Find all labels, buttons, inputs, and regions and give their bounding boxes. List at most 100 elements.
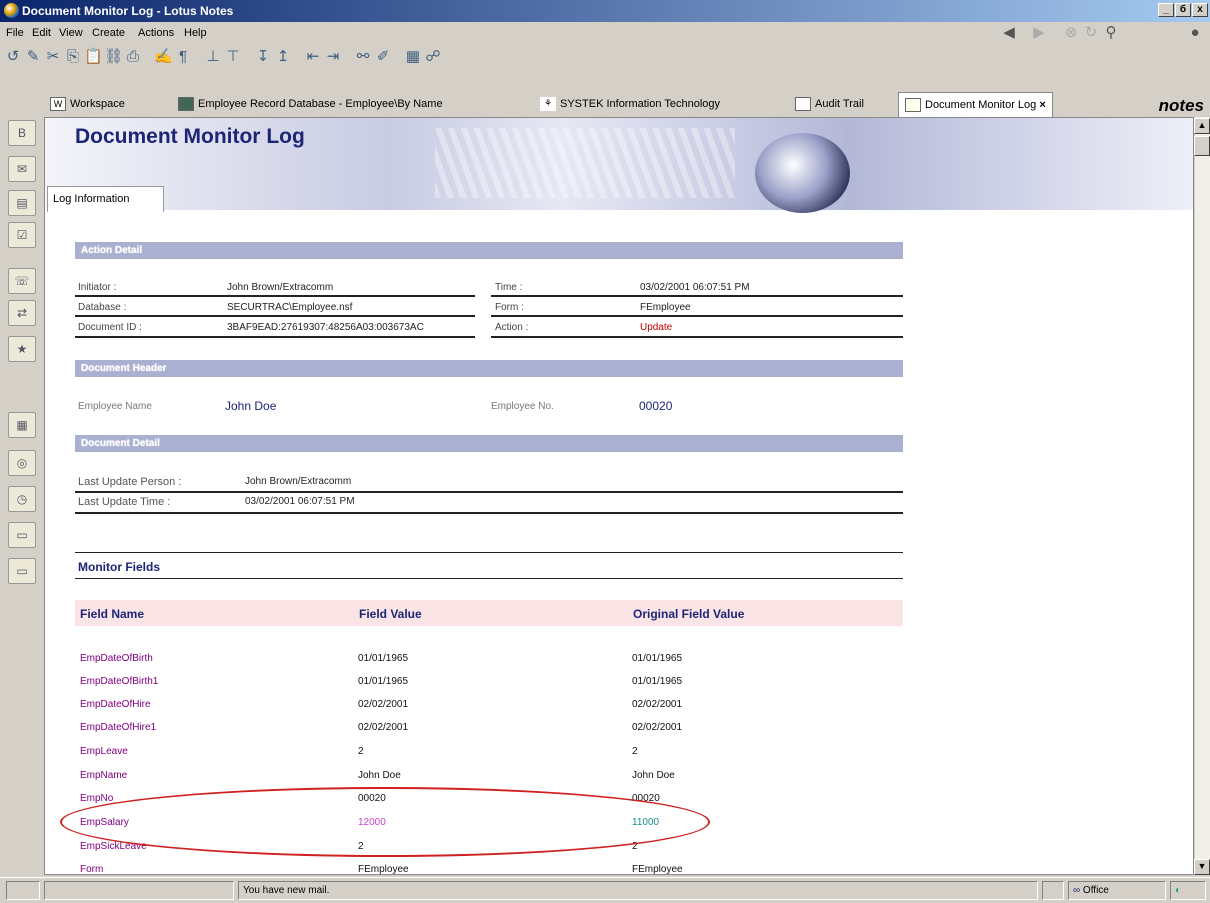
back-icon[interactable]: ◀: [1000, 24, 1018, 42]
scroll-thumb[interactable]: [1194, 136, 1210, 156]
divider: [75, 315, 475, 317]
table-icon[interactable]: ▦: [404, 48, 422, 66]
last-update-time-value: 03/02/2001 06:07:51 PM: [245, 496, 355, 507]
close-tab-icon[interactable]: ×: [1039, 99, 1045, 111]
databases-icon[interactable]: ▦: [8, 412, 36, 438]
replicator-icon[interactable]: ⇄: [8, 300, 36, 326]
close-button[interactable]: x: [1192, 3, 1208, 17]
restore-button[interactable]: б: [1175, 3, 1191, 17]
tab-label: Workspace: [70, 98, 125, 110]
search-icon[interactable]: ⚲: [1102, 24, 1120, 42]
employee-no-label: Employee No.: [491, 401, 554, 412]
vertical-scrollbar[interactable]: [1194, 117, 1210, 875]
stop-icon[interactable]: ⊗: [1062, 24, 1080, 42]
refresh-icon[interactable]: ↻: [1082, 24, 1100, 42]
highlight-ellipse: [60, 787, 710, 857]
folder-icon[interactable]: ▭: [8, 558, 36, 584]
menu-view[interactable]: View: [59, 27, 83, 39]
print-icon[interactable]: ⎙: [124, 48, 142, 66]
cut-icon[interactable]: ✂: [44, 48, 62, 66]
globe-icon[interactable]: ●: [1186, 24, 1204, 42]
mail-indicator-icon: ◐: [1175, 885, 1182, 896]
tag-icon[interactable]: ✐: [374, 48, 392, 66]
employee-name-label: Employee Name: [78, 401, 152, 412]
align-left-icon[interactable]: ⊥: [204, 48, 222, 66]
tab-document-monitor-log[interactable]: Document Monitor Log ×: [898, 92, 1053, 117]
menu-edit[interactable]: Edit: [32, 27, 51, 39]
menu-actions[interactable]: Actions: [138, 27, 174, 39]
outdent-icon[interactable]: ⇥: [324, 48, 342, 66]
tab-label: SYSTEK Information Technology: [560, 98, 720, 110]
minimize-button[interactable]: _: [1158, 3, 1174, 17]
original-value: 01/01/1965: [632, 653, 683, 664]
move-up-icon[interactable]: ↥: [274, 48, 292, 66]
field-name: EmpLeave: [80, 746, 128, 757]
divider: [491, 336, 903, 338]
field-name: EmpDateOfBirth: [80, 653, 153, 664]
document-view: Document Monitor Log Log Information Act…: [44, 117, 1194, 875]
field-name: EmpDateOfBirth1: [80, 676, 159, 687]
column-original-value: Original Field Value: [633, 607, 745, 621]
document-icon: [905, 98, 921, 113]
field-value: 02/02/2001: [358, 699, 409, 710]
attach-icon[interactable]: ⚯: [354, 48, 372, 66]
tab-employee-record[interactable]: Employee Record Database - Employee\By N…: [178, 92, 443, 117]
field-value: FEmployee: [358, 864, 409, 875]
initiator-label: Initiator :: [78, 282, 117, 293]
divider: [75, 512, 903, 514]
scroll-down-button[interactable]: ▼: [1194, 859, 1210, 875]
database-value: SECURTRAC\Employee.nsf: [227, 302, 353, 313]
folder-icon[interactable]: ▭: [8, 522, 36, 548]
bookmark-icon[interactable]: B: [8, 120, 36, 146]
contacts-icon[interactable]: ☏: [8, 268, 36, 294]
mail-icon[interactable]: ✉: [8, 156, 36, 182]
page-title: Document Monitor Log: [75, 125, 305, 148]
menu-help[interactable]: Help: [184, 27, 207, 39]
tab-audit-trail[interactable]: Audit Trail: [795, 92, 864, 117]
location-label: Office: [1082, 885, 1109, 896]
tab-label: Document Monitor Log: [925, 99, 1037, 111]
properties-icon[interactable]: ☍: [424, 48, 442, 66]
format-icon[interactable]: ¶: [174, 48, 192, 66]
status-bar: You have new mail. ∞ Office ◐: [0, 877, 1210, 903]
location-selector[interactable]: ∞ Office: [1068, 881, 1166, 900]
tab-log-information[interactable]: Log Information: [47, 186, 164, 212]
tab-workspace[interactable]: W Workspace: [50, 92, 125, 117]
todo-icon[interactable]: ☑: [8, 222, 36, 248]
menu-file[interactable]: File: [6, 27, 24, 39]
tab-systek[interactable]: ⚘ SYSTEK Information Technology: [540, 92, 720, 117]
edit-tool-icon[interactable]: ✎: [24, 48, 42, 66]
internet-icon[interactable]: ◎: [8, 450, 36, 476]
pen-icon[interactable]: ✍: [154, 48, 173, 66]
calendar-icon[interactable]: ▤: [8, 190, 36, 216]
status-cell: [6, 881, 40, 900]
forward-icon[interactable]: ▶: [1030, 24, 1048, 42]
employee-no-value: 00020: [639, 399, 673, 413]
column-field-value: Field Value: [359, 607, 422, 621]
history-icon[interactable]: ◷: [8, 486, 36, 512]
menu-bar: File Edit View Create Actions Help ◀ ▶ ⊗…: [0, 22, 1210, 44]
last-update-person-label: Last Update Person :: [78, 476, 182, 488]
status-cell: [1042, 881, 1064, 900]
link-icon[interactable]: ⛓: [104, 48, 123, 66]
paste-icon[interactable]: 📋: [84, 48, 103, 66]
database-icon: [178, 97, 194, 112]
refresh-tool-icon[interactable]: ↺: [4, 48, 22, 66]
status-message[interactable]: You have new mail.: [238, 881, 1038, 900]
bookmark-bar: B ✉ ▤ ☑ ☏ ⇄ ★ ▦ ◎ ◷ ▭ ▭: [0, 92, 44, 875]
original-value: John Doe: [632, 770, 675, 781]
favorites-icon[interactable]: ★: [8, 336, 36, 362]
copy-icon[interactable]: ⎘: [64, 48, 82, 66]
original-value: 02/02/2001: [632, 699, 683, 710]
inbox-indicator[interactable]: ◐: [1170, 881, 1206, 900]
align-top-icon[interactable]: ⊤: [224, 48, 242, 66]
move-down-icon[interactable]: ↧: [254, 48, 272, 66]
scroll-up-button[interactable]: ▲: [1194, 118, 1210, 134]
original-value: 2: [632, 746, 638, 757]
employee-name-value: John Doe: [225, 399, 277, 413]
field-value: John Doe: [358, 770, 401, 781]
indent-icon[interactable]: ⇤: [304, 48, 322, 66]
menu-create[interactable]: Create: [92, 27, 125, 39]
divider: [75, 491, 903, 493]
workspace-icon: W: [50, 97, 66, 112]
